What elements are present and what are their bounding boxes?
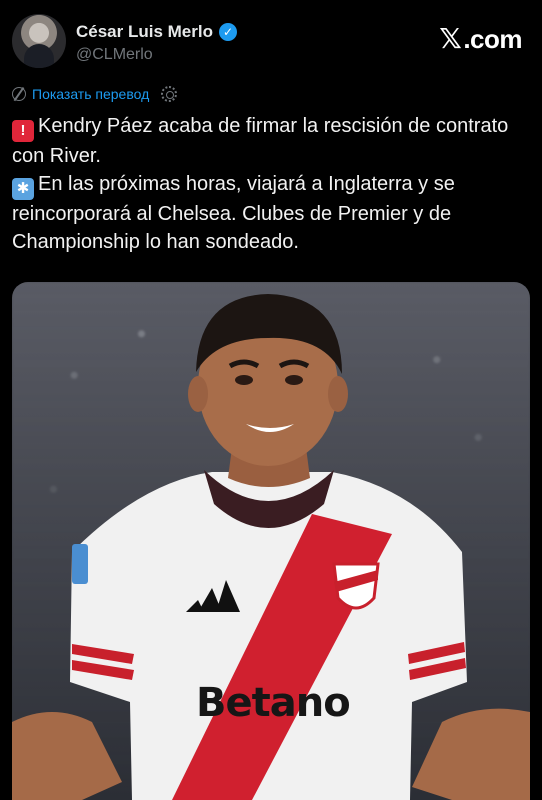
tweet-text: ! Kendry Páez acaba de firmar la rescisió… [12,112,534,256]
show-translation-link[interactable]: Показать перевод [32,86,149,102]
x-logo: 𝕏.com [439,22,522,55]
brand-domain: .com [463,24,522,54]
tweet-line-1-text: Kendry Páez acaba de firmar la rescisión… [12,115,509,167]
name-row: César Luis Merlo ✓ [76,22,237,42]
tweet-photo[interactable]: Betano [12,282,530,800]
verified-icon: ✓ [219,23,237,41]
tweet-line-2-text: En las próximas horas, viajará a Inglate… [12,173,455,253]
tweet-header: César Luis Merlo ✓ @CLMerlo 𝕏.com [12,14,530,70]
tweet-line-1: ! Kendry Páez acaba de firmar la rescisió… [12,112,534,170]
user-handle[interactable]: @CLMerlo [76,46,153,64]
sponsor-logo: Betano [196,680,351,726]
avatar[interactable] [12,14,66,68]
tweet-line-2: ✱ En las próximas horas, viajará a Inglat… [12,170,534,256]
gear-icon[interactable] [161,86,178,102]
x-icon: 𝕏 [439,23,462,54]
translate-row: Показать перевод [12,86,178,102]
asterisk-emoji-icon: ✱ [12,178,34,200]
display-name[interactable]: César Luis Merlo [76,22,213,42]
alarm-emoji-icon: ! [12,120,34,142]
globe-icon [12,87,26,101]
